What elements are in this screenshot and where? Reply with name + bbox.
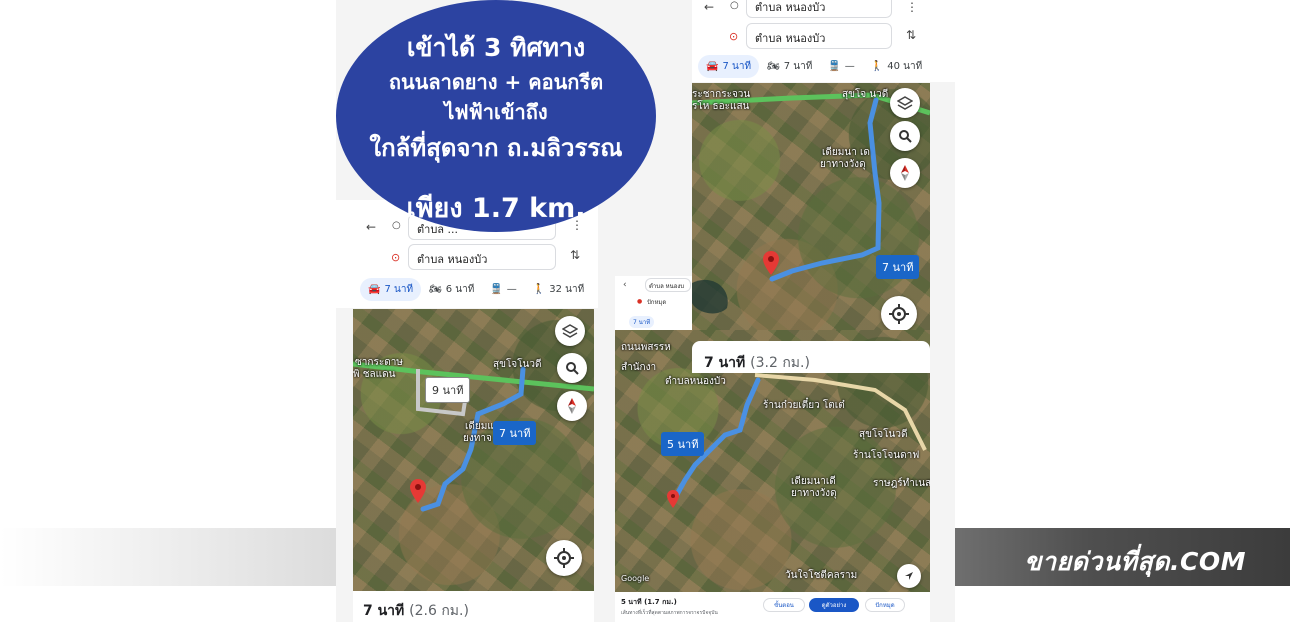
map-label: ยงทาจ — [463, 433, 492, 444]
left-route-summary[interactable]: 7 นาที (2.6 กม.) — [353, 591, 594, 622]
map-label: สุขโจ นวดี — [842, 89, 889, 100]
map-label: ยาทางวังดุ — [820, 159, 866, 170]
map-label: ตำบลหนองบัว — [665, 376, 726, 387]
navigate-button[interactable] — [897, 564, 921, 588]
left-map[interactable]: ซากระดาษ พิ ชลแดน สุขโจโนวดี เดียมแ ยงทา… — [353, 309, 594, 591]
mode-transit[interactable]: 🚆 — — [482, 280, 524, 299]
mode-car[interactable]: 🚘 7 นาที — [360, 278, 422, 301]
map-label: ราษฎร์ทำเนส — [873, 478, 930, 489]
map-label: พิ ชลแดน — [353, 369, 396, 380]
more-options-icon[interactable]: ⋮ — [906, 0, 918, 14]
search-button[interactable] — [557, 353, 587, 383]
search-button[interactable] — [890, 121, 920, 151]
steps-button[interactable]: ขั้นตอน — [763, 598, 805, 612]
destination-marker-icon[interactable] — [763, 251, 779, 275]
right-bottom-bar: 5 นาที (1.7 กม.) เส้นทางที่เร็วที่สุดตาม… — [615, 592, 930, 622]
pin-button[interactable]: ปักหมุด — [865, 598, 905, 612]
alt-route-label[interactable]: 9 นาที — [425, 377, 471, 403]
origin-circle-icon: ○ — [730, 0, 739, 11]
car-icon: 🚘 — [706, 61, 719, 72]
mode-transit[interactable]: 🚆 — — [820, 57, 862, 76]
mini-directions-header: ‹ ตำบล หนองบ ● ปักหมุด 7 นาที — [615, 276, 692, 330]
right-directions-header: ← ○ ตำบล หนองบัว ⋮ ⊙ ตำบล หนองบัว ⇅ 🚘 7 น… — [692, 0, 955, 82]
bottom-route-note: เส้นทางที่เร็วที่สุดตามสภาพการจราจรปัจจุ… — [621, 610, 718, 616]
map-label: รโห ธอะแสน — [692, 101, 750, 112]
map-label: วันใจโชตีคลราม — [785, 570, 858, 581]
main-route-label[interactable]: 5 นาที — [661, 432, 705, 456]
right-top-map[interactable]: ระชากระจวน รโห ธอะแสน สุขโจ นวดี เดียมนา… — [692, 83, 930, 341]
map-label: ยาทางวังดุ — [791, 488, 837, 499]
headline-line-1: เข้าได้ 3 ทิศทาง — [406, 33, 586, 62]
origin-field[interactable]: ตำบล หนองบ — [645, 278, 691, 292]
destination-marker-icon[interactable] — [410, 479, 426, 503]
car-icon: 🚘 — [368, 284, 381, 295]
page: ขายด่วนที่สุด.COM ← ○ ตำบล ... ⋮ ⊙ ตำบล … — [0, 0, 1290, 622]
map-label: สุขโจโนวดี — [859, 429, 908, 440]
walk-icon: 🚶 — [870, 61, 884, 72]
navigation-arrow-icon — [905, 572, 913, 580]
destination-text: ปักหมุด — [647, 299, 667, 306]
travel-modes: 🚘 7 นาที 🏍 6 นาที 🚆 — 🚶 32 นาที — [360, 278, 592, 301]
my-location-icon — [889, 304, 909, 324]
travel-modes: 🚘 7 นาที 🏍 7 นาที 🚆 — 🚶 40 นาที — [698, 55, 930, 78]
swap-icon[interactable]: ⇅ — [906, 28, 916, 42]
map-label: ถนนพสรรห — [621, 342, 671, 353]
my-location-button[interactable] — [881, 296, 917, 332]
layers-button[interactable] — [555, 316, 585, 346]
map-collage: ← ○ ตำบล ... ⋮ ⊙ ตำบล หนองบัว ⇅ 🚘 7 นาที … — [336, 0, 955, 622]
walk-icon: 🚶 — [532, 284, 546, 295]
google-logo: Google — [621, 574, 650, 583]
destination-pin-icon: ⊙ — [729, 30, 739, 43]
compass-button[interactable] — [890, 158, 920, 188]
my-location-button[interactable] — [546, 540, 582, 576]
map-label: ร้านโจโจนดาฟ — [853, 450, 920, 461]
layers-icon — [897, 96, 913, 110]
bottom-route-time: 5 นาที (1.7 กม.) — [621, 598, 677, 606]
mode-motorbike[interactable]: 🏍 6 นาที — [421, 278, 482, 301]
mode-car[interactable]: 7 นาที — [629, 316, 655, 328]
headline-line-2: ถนนลาดยาง + คอนกรีต — [388, 70, 604, 94]
transit-icon: 🚆 — [828, 61, 841, 72]
mode-walk[interactable]: 🚶 40 นาที — [863, 55, 930, 78]
brand-banner: ขายด่วนที่สุด.COM — [955, 528, 1290, 586]
motorbike-icon: 🏍 — [429, 284, 442, 295]
destination-field[interactable]: ตำบล หนองบัว — [746, 23, 892, 49]
main-route-label[interactable]: 7 นาที — [493, 421, 537, 445]
mode-motorbike[interactable]: 🏍 7 นาที — [759, 55, 820, 78]
map-label: สุขโจโนวดี — [493, 359, 542, 370]
mode-walk[interactable]: 🚶 32 นาที — [525, 278, 592, 301]
layers-icon — [562, 324, 578, 338]
swap-icon[interactable]: ⇅ — [570, 248, 580, 262]
headline-line-5: เพียง 1.7 km. — [406, 193, 586, 224]
headline-line-3: ไฟฟ้าเข้าถึง — [444, 100, 548, 124]
map-label: ร้านก๋วยเตี๋ยว โตเต๋ — [763, 400, 845, 411]
search-icon — [899, 130, 912, 143]
mode-car[interactable]: 🚘 7 นาที — [698, 55, 760, 78]
compass-button[interactable] — [557, 391, 587, 421]
brand-text: ขายด่วนที่สุด.COM — [1024, 547, 1246, 576]
back-arrow-icon[interactable]: ‹ — [623, 280, 627, 290]
headline-oval: เข้าได้ 3 ทิศทาง ถนนลาดยาง + คอนกรีต ไฟฟ… — [336, 0, 656, 232]
destination-pin-icon: ● — [637, 298, 643, 305]
origin-field[interactable]: ตำบล หนองบัว — [746, 0, 892, 18]
map-label: สำนักงา — [621, 362, 657, 373]
destination-marker-icon[interactable] — [667, 490, 679, 508]
compass-icon — [901, 165, 909, 181]
my-location-icon — [554, 548, 574, 568]
headline-line-4: ใกล้ที่สุดจาก ถ.มลิวรรณ — [369, 134, 623, 162]
layers-button[interactable] — [890, 88, 920, 118]
destination-pin-icon: ⊙ — [391, 251, 401, 264]
destination-field[interactable]: ตำบล หนองบัว — [408, 244, 556, 270]
preview-button[interactable]: ดูตัวอย่าง — [809, 598, 859, 612]
compass-icon — [568, 398, 576, 414]
right-route-summary[interactable]: 7 นาที (3.2 กม.) — [692, 341, 930, 373]
main-route-label[interactable]: 7 นาที — [876, 255, 920, 279]
motorbike-icon: 🏍 — [767, 61, 780, 72]
search-icon — [566, 362, 579, 375]
left-decor-band — [0, 528, 336, 586]
back-arrow-icon[interactable]: ← — [704, 0, 714, 14]
transit-icon: 🚆 — [490, 284, 503, 295]
